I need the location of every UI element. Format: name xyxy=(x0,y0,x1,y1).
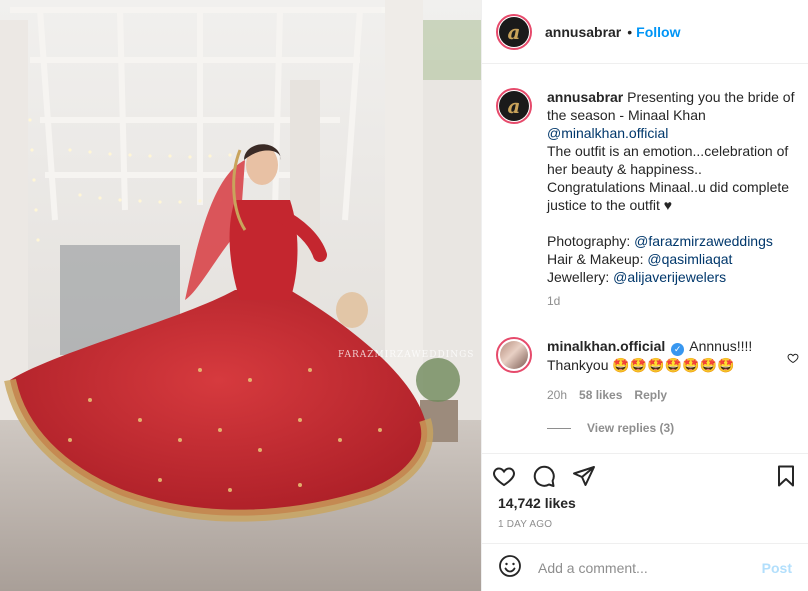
post-button[interactable]: Post xyxy=(762,560,792,576)
hair-makeup-label: Hair & Makeup: xyxy=(547,251,648,267)
smiley-icon[interactable] xyxy=(498,554,522,581)
comment-likes[interactable]: 58 likes xyxy=(579,386,622,404)
comments-section[interactable]: a annusabrar Presenting you the bride of… xyxy=(482,64,808,453)
caption-body: annusabrar Presenting you the bride of t… xyxy=(547,88,797,310)
comment-bubble-icon[interactable] xyxy=(528,460,560,492)
paper-plane-icon[interactable] xyxy=(568,460,600,492)
comment-time[interactable]: 20h xyxy=(547,386,567,404)
view-replies-button[interactable]: View replies (3) xyxy=(547,421,674,435)
header-separator: • xyxy=(627,23,633,40)
view-replies-line xyxy=(547,427,571,429)
hair-makeup-mention[interactable]: @qasimliaqat xyxy=(647,251,732,267)
post-date[interactable]: 1 DAY AGO xyxy=(498,519,552,530)
commenter-username[interactable]: minalkhan.official xyxy=(547,338,665,354)
post-actions: 14,742 likes 1 DAY AGO xyxy=(482,453,808,543)
comment-input[interactable] xyxy=(538,559,762,576)
post-photo[interactable]: FARAZMIRZAWEDDINGS xyxy=(0,0,481,591)
heart-small-icon[interactable] xyxy=(787,351,799,367)
caption-time[interactable]: 1d xyxy=(547,292,797,310)
photography-mention[interactable]: @farazmirzaweddings xyxy=(634,233,773,249)
heart-icon[interactable] xyxy=(488,460,520,492)
view-replies-label: View replies (3) xyxy=(587,421,675,435)
header-username[interactable]: annusabrar xyxy=(545,24,621,40)
comment-form: Post xyxy=(482,543,808,591)
avatar-photo xyxy=(500,341,528,369)
caption: a annusabrar Presenting you the bride of… xyxy=(496,88,801,310)
photo-watermark: FARAZMIRZAWEDDINGS xyxy=(338,350,475,360)
caption-mention-minal[interactable]: @minalkhan.official xyxy=(547,125,668,141)
reply-button[interactable]: Reply xyxy=(634,386,667,404)
caption-avatar[interactable]: a xyxy=(496,88,532,124)
jewellery-mention[interactable]: @alijaverijewelers xyxy=(613,269,726,285)
header-avatar[interactable]: a xyxy=(496,13,532,50)
photography-label: Photography: xyxy=(547,233,635,249)
comment-body: minalkhan.official ✓ Annnus!!!! Thankyou… xyxy=(547,337,769,404)
verified-badge-icon: ✓ xyxy=(671,343,685,356)
avatar-letter: a xyxy=(499,16,529,47)
bride-photo-illustration xyxy=(0,0,481,591)
comment-item: minalkhan.official ✓ Annnus!!!! Thankyou… xyxy=(496,337,801,404)
caption-username[interactable]: annusabrar xyxy=(547,89,623,105)
follow-button[interactable]: Follow xyxy=(636,24,680,40)
commenter-avatar[interactable] xyxy=(496,337,532,373)
avatar-letter: a xyxy=(499,91,529,121)
bookmark-icon[interactable] xyxy=(770,460,802,492)
post-header: a annusabrar • Follow xyxy=(482,0,808,64)
action-icons xyxy=(488,460,802,490)
post-side-panel: a annusabrar • Follow a annusabrar Prese… xyxy=(481,0,808,591)
jewellery-label: Jewellery: xyxy=(547,269,614,285)
comment-meta: 20h 58 likes Reply xyxy=(547,386,769,404)
likes-count[interactable]: 14,742 likes xyxy=(498,495,576,511)
caption-text-2: The outfit is an emotion...celebration o… xyxy=(547,143,790,213)
